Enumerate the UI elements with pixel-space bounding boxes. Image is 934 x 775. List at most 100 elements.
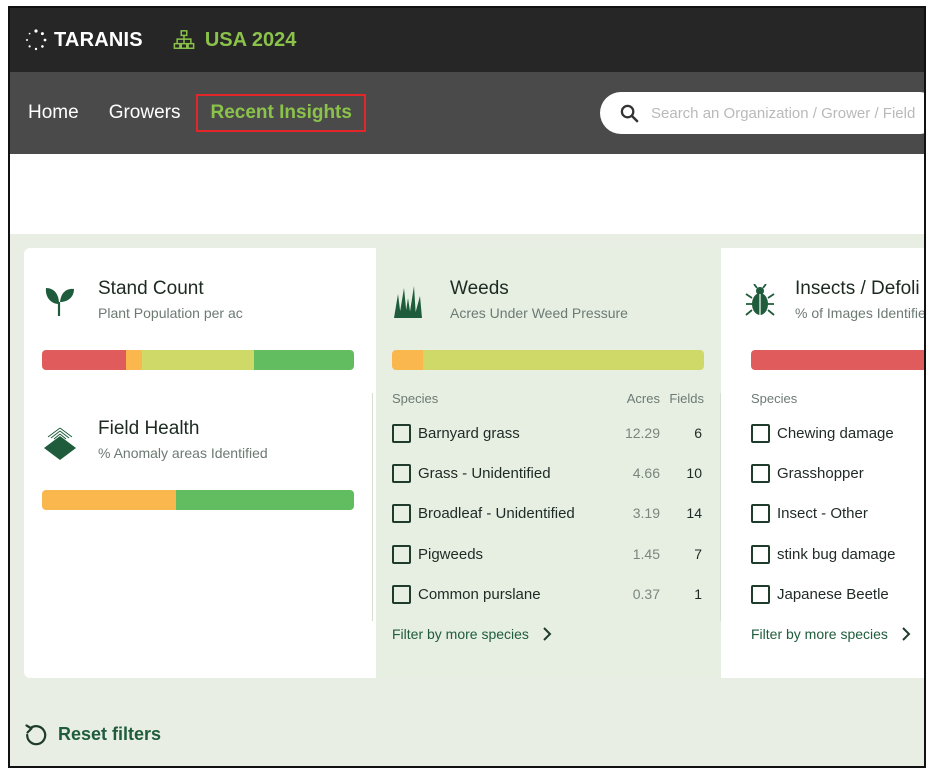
taranis-logo-icon (26, 29, 47, 51)
search-box[interactable] (600, 92, 924, 134)
beetle-icon (745, 284, 775, 316)
field-health-bar (42, 490, 354, 510)
stand-count-bar (42, 350, 354, 370)
species-acres: 3.19 (632, 505, 660, 521)
insects-bar (751, 350, 924, 370)
weed-species-row[interactable]: Broadleaf - Unidentified 3.19 14 (392, 500, 704, 528)
insects-filter-more-link[interactable]: Filter by more species (751, 626, 912, 642)
brand-logo[interactable]: TARANIS (24, 28, 143, 52)
top-bar: TARANIS USA 2024 (10, 8, 924, 72)
reset-icon (25, 724, 47, 746)
field-health-card[interactable]: Field Health % Anomaly areas Identified (24, 416, 375, 476)
weed-species-row[interactable]: Barnyard grass 12.29 6 (392, 420, 704, 448)
species-name: Grasshopper (777, 465, 864, 482)
species-name: Broadleaf - Unidentified (418, 505, 575, 522)
species-column-header: Species (751, 391, 798, 406)
bar-segment (392, 350, 424, 370)
weeds-species-header: Species Acres Fields (392, 391, 704, 409)
nav-home[interactable]: Home (28, 96, 79, 130)
insect-species-row[interactable]: Chewing damage (751, 420, 924, 448)
search-icon (620, 104, 639, 122)
stand-count-card[interactable]: Stand Count Plant Population per ac (24, 276, 375, 336)
species-name: Japanese Beetle (777, 586, 889, 603)
species-checkbox[interactable] (751, 464, 770, 483)
species-checkbox[interactable] (392, 545, 411, 564)
stand-count-subtitle: Plant Population per ac (98, 305, 243, 321)
left-column: Stand Count Plant Population per ac Fiel… (24, 248, 375, 678)
species-fields: 7 (694, 546, 702, 562)
organization-selector[interactable]: USA 2024 (173, 28, 297, 52)
species-checkbox[interactable] (751, 424, 770, 443)
page-spacer (10, 154, 924, 234)
species-name: Insect - Other (777, 505, 868, 522)
bar-segment (141, 350, 255, 370)
weed-species-row[interactable]: Common purslane 0.37 1 (392, 581, 704, 609)
species-name: Common purslane (418, 586, 541, 603)
species-checkbox[interactable] (751, 585, 770, 604)
field-health-icon (44, 427, 76, 460)
insect-species-row[interactable]: Insect - Other (751, 500, 924, 528)
reset-filters-button[interactable]: Reset filters (24, 722, 161, 746)
species-checkbox[interactable] (392, 504, 411, 523)
species-acres: 0.37 (632, 586, 660, 602)
bar-segment (42, 490, 177, 510)
weeds-title: Weeds (450, 278, 509, 299)
bar-segment (176, 490, 354, 510)
species-column-header: Species (392, 391, 439, 406)
weeds-column: Weeds Acres Under Weed Pressure Species … (376, 248, 721, 678)
species-name: Grass - Unidentified (418, 465, 551, 482)
weeds-grass-icon (394, 286, 422, 318)
species-acres: 4.66 (632, 465, 660, 481)
bar-segment (751, 350, 924, 370)
insects-subtitle: % of Images Identifie (795, 305, 926, 321)
field-health-subtitle: % Anomaly areas Identified (98, 445, 268, 461)
bar-segment (126, 350, 142, 370)
field-health-title: Field Health (98, 418, 200, 439)
stand-count-title: Stand Count (98, 278, 204, 299)
insects-species-header: Species (751, 391, 924, 409)
fields-column-header: Fields (669, 391, 704, 406)
main-nav: Home Growers Recent Insights (10, 72, 924, 154)
species-checkbox[interactable] (751, 504, 770, 523)
chevron-right-icon (902, 627, 911, 641)
species-name: Chewing damage (777, 425, 894, 442)
nav-growers[interactable]: Growers (109, 96, 181, 130)
insights-cards: Stand Count Plant Population per ac Fiel… (24, 248, 926, 678)
insect-species-row[interactable]: stink bug damage (751, 541, 924, 569)
bar-segment (254, 350, 354, 370)
weeds-filter-more-link[interactable]: Filter by more species (392, 626, 553, 642)
sprout-icon (45, 288, 74, 316)
weed-species-row[interactable]: Grass - Unidentified 4.66 10 (392, 460, 704, 488)
app-window: TARANIS USA 2024 Home Growers Recent Ins… (8, 6, 926, 768)
nav-recent-insights[interactable]: Recent Insights (196, 94, 366, 132)
insects-title: Insects / Defoli (795, 278, 920, 299)
species-fields: 1 (694, 586, 702, 602)
weed-species-row[interactable]: Pigweeds 1.45 7 (392, 541, 704, 569)
species-name: Pigweeds (418, 546, 484, 563)
column-divider (372, 393, 373, 621)
species-fields: 10 (686, 465, 702, 481)
filter-link-label: Filter by more species (751, 626, 888, 642)
insects-column: Insects / Defoli % of Images Identifie S… (721, 248, 926, 678)
species-checkbox[interactable] (392, 424, 411, 443)
brand-name: TARANIS (54, 28, 143, 51)
species-name: stink bug damage (777, 546, 896, 563)
org-hierarchy-icon (173, 30, 195, 49)
species-checkbox[interactable] (392, 585, 411, 604)
search-input[interactable] (651, 104, 924, 122)
bar-segment (42, 350, 127, 370)
acres-column-header: Acres (626, 391, 660, 406)
species-checkbox[interactable] (392, 464, 411, 483)
organization-name: USA 2024 (204, 28, 297, 51)
insects-card[interactable]: Insects / Defoli % of Images Identifie (721, 276, 926, 336)
species-acres: 12.29 (624, 425, 660, 441)
species-acres: 1.45 (632, 546, 660, 562)
species-checkbox[interactable] (751, 545, 770, 564)
weeds-bar (392, 350, 704, 370)
filter-link-label: Filter by more species (392, 626, 529, 642)
insect-species-row[interactable]: Grasshopper (751, 460, 924, 488)
weeds-card[interactable]: Weeds Acres Under Weed Pressure (376, 276, 721, 336)
species-fields: 6 (694, 425, 702, 441)
insect-species-row[interactable]: Japanese Beetle (751, 581, 924, 609)
bar-segment (423, 350, 704, 370)
